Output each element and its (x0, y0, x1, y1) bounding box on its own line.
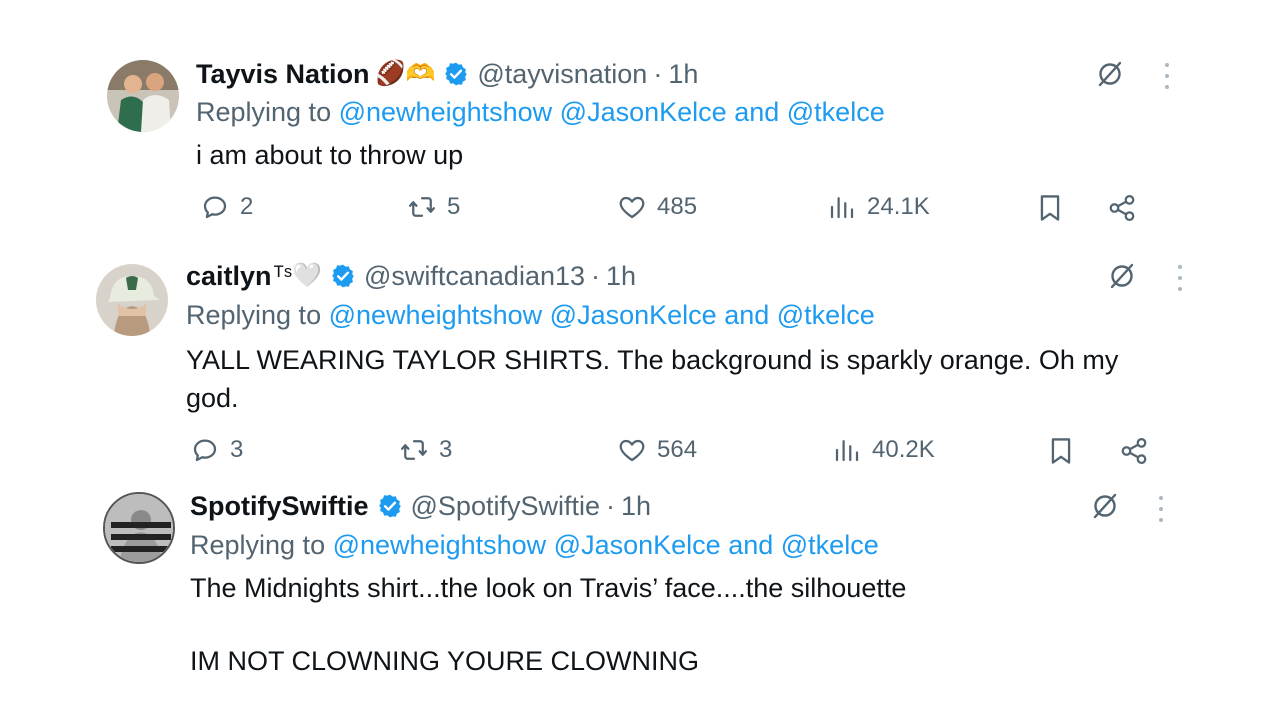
tweet-text-line-1: The Midnights shirt...the look on Travis… (190, 573, 907, 603)
like-icon (619, 196, 645, 219)
tweet-text-line-2: IM NOT CLOWNING YOURE CLOWNING (190, 646, 700, 676)
timestamp[interactable]: 1h (668, 57, 698, 91)
like-count: 564 (657, 436, 698, 463)
mention-tkelce[interactable]: @tkelce (781, 530, 879, 560)
reply-button[interactable]: 3 (190, 435, 243, 465)
views-icon (835, 440, 859, 462)
grok-icon[interactable] (1091, 492, 1119, 520)
timestamp[interactable]: 1h (606, 259, 636, 293)
replying-to: Replying to @newheightshow @JasonKelce a… (186, 300, 875, 330)
handle[interactable]: @SpotifySwiftie (411, 489, 600, 523)
mention-tkelce[interactable]: @tkelce (777, 300, 875, 330)
mention-newheightshow[interactable]: @newheightshow (329, 300, 543, 330)
retweet-button[interactable]: 3 (399, 435, 452, 465)
reply-count: 3 (230, 436, 244, 463)
separator: · (653, 59, 663, 89)
views-button[interactable]: 24.1K (827, 192, 930, 222)
replying-to: Replying to @newheightshow @JasonKelce a… (196, 97, 885, 127)
grok-icon[interactable] (1096, 60, 1124, 88)
retweet-icon (401, 440, 427, 460)
display-name[interactable]: caitlyn (186, 259, 272, 293)
views-count: 24.1K (867, 193, 930, 220)
share-icon[interactable] (1119, 436, 1149, 466)
display-name[interactable]: SpotifySwiftie (190, 489, 369, 523)
retweet-count: 3 (439, 436, 453, 463)
avatar[interactable] (96, 264, 168, 336)
name-emoji: 🏈🫶 (375, 60, 436, 87)
like-count: 485 (657, 193, 698, 220)
mention-jasonkelce[interactable]: @JasonKelce (560, 97, 727, 127)
bookmark-icon[interactable] (1036, 193, 1064, 223)
like-button[interactable]: 485 (617, 192, 697, 222)
like-button[interactable]: 564 (617, 435, 697, 465)
reply-count: 2 (240, 193, 254, 220)
tweet-text: YALL WEARING TAYLOR SHIRTS. The backgrou… (186, 345, 1119, 413)
views-count: 40.2K (872, 436, 935, 463)
tweet-text: i am about to throw up (196, 140, 464, 170)
mention-newheightshow[interactable]: @newheightshow (333, 530, 547, 560)
mention-tkelce[interactable]: @tkelce (787, 97, 885, 127)
more-icon[interactable] (1164, 63, 1170, 89)
mention-jasonkelce[interactable]: @JasonKelce (550, 300, 717, 330)
like-icon (619, 439, 645, 462)
mention-newheightshow[interactable]: @newheightshow (339, 97, 553, 127)
bookmark-icon[interactable] (1047, 436, 1075, 466)
grok-icon[interactable] (1108, 262, 1136, 290)
mention-jasonkelce[interactable]: @JasonKelce (554, 530, 721, 560)
share-icon[interactable] (1107, 193, 1137, 223)
separator: · (606, 491, 615, 521)
retweet-count: 5 (447, 193, 461, 220)
retweet-button[interactable]: 5 (407, 192, 460, 222)
separator: · (591, 261, 601, 291)
verified-badge-icon (443, 61, 469, 87)
reply-icon (193, 439, 217, 462)
retweet-icon (409, 197, 435, 217)
timestamp[interactable]: 1h (621, 489, 651, 523)
verified-badge-icon (377, 493, 403, 519)
replying-to: Replying to @newheightshow @JasonKelce a… (190, 530, 879, 560)
avatar[interactable] (103, 492, 175, 564)
reply-button[interactable]: 2 (200, 192, 253, 222)
more-icon[interactable] (1177, 265, 1183, 291)
verified-badge-icon (330, 263, 356, 289)
avatar[interactable] (107, 60, 179, 132)
more-icon[interactable] (1158, 496, 1164, 522)
views-icon (830, 197, 854, 219)
handle[interactable]: @tayvisnation (477, 57, 647, 91)
name-emoji: ᵀˢ🤍 (273, 262, 322, 289)
reply-icon (203, 196, 227, 219)
handle[interactable]: @swiftcanadian13 (364, 259, 585, 293)
views-button[interactable]: 40.2K (832, 435, 935, 465)
display-name[interactable]: Tayvis Nation (196, 57, 370, 91)
